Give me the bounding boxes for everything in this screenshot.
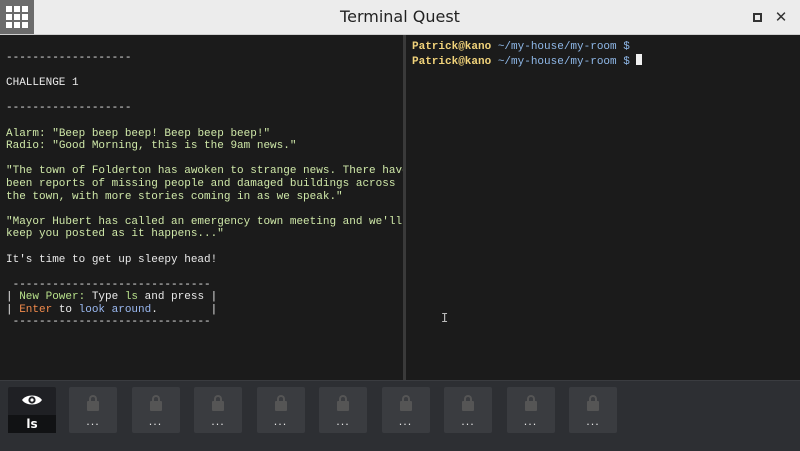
power-box-border: ------------------------------	[12, 278, 211, 291]
look-around-text: look around	[78, 303, 152, 316]
text-cursor	[636, 53, 643, 65]
close-button[interactable]: ✕	[773, 8, 789, 26]
maximize-button[interactable]	[749, 9, 765, 25]
new-power-label: New Power:	[19, 291, 86, 304]
news-paragraph-1: been reports of missing people and damag…	[6, 177, 396, 190]
power-text: Type	[85, 291, 125, 304]
challenge-title: CHALLENGE 1	[6, 77, 79, 90]
locked-tool-label: ...	[336, 415, 350, 428]
lock-icon	[586, 395, 600, 411]
lock-icon	[86, 395, 100, 411]
news-paragraph-2: "Mayor Hubert has called an emergency to…	[6, 215, 403, 228]
close-icon: ✕	[774, 8, 788, 26]
story-text: ------------------- CHALLENGE 1 --------…	[0, 35, 403, 329]
locked-tool-slot[interactable]: ...	[506, 387, 555, 433]
window-title: Terminal Quest	[340, 7, 460, 26]
title-bar: Terminal Quest ✕	[0, 0, 800, 35]
powers-toolbar: ls ...........................	[0, 380, 800, 451]
alarm-speaker: Alarm	[6, 127, 40, 140]
terminal-pane[interactable]: Patrick@kano ~/my-house/my-room $ Patric…	[406, 35, 800, 380]
power-text: .	[151, 303, 158, 316]
radio-line: : "Good Morning, this is the 9am news."	[39, 140, 297, 153]
locked-tool-slot[interactable]: ...	[319, 387, 367, 433]
lock-icon	[399, 395, 413, 411]
alarm-line: : "Beep beep beep! Beep beep beep!"	[39, 127, 271, 140]
prompt-user: Patrick@kano	[412, 41, 492, 53]
locked-tool-label: ...	[586, 415, 600, 428]
power-text: and press	[138, 291, 211, 304]
locked-tool-label: ...	[398, 415, 413, 428]
radio-speaker: Radio	[6, 140, 40, 153]
lock-icon	[274, 395, 288, 411]
prompt-user: Patrick@kano	[412, 55, 492, 68]
lock-icon	[211, 395, 225, 411]
locked-tool-slot[interactable]: ...	[69, 387, 117, 433]
prompt-symbol: $	[616, 41, 630, 53]
locked-tool-slot[interactable]: ...	[131, 387, 180, 433]
mouse-ibeam-icon: I	[441, 311, 449, 325]
story-pane: ------------------- CHALLENGE 1 --------…	[0, 35, 403, 380]
locked-tool-slot[interactable]: ...	[256, 387, 305, 433]
power-box-border: ------------------------------	[12, 316, 211, 329]
news-paragraph-1: the town, with more stories coming in as…	[6, 190, 343, 203]
tool-label: ls	[8, 415, 56, 433]
locked-tool-label: ...	[148, 415, 163, 428]
locked-tool-label: ...	[273, 415, 288, 428]
locked-tool-slot[interactable]: ...	[194, 387, 242, 433]
separator: -------------------	[6, 52, 132, 64]
power-command: ls	[124, 291, 139, 304]
locked-tool-label: ...	[523, 415, 538, 428]
locked-tool-label: ...	[461, 415, 475, 428]
lock-icon	[336, 395, 350, 411]
lock-icon	[461, 395, 475, 411]
eye-icon	[22, 395, 42, 405]
news-paragraph-2: keep you posted as it happens..."	[6, 228, 224, 241]
lock-icon	[149, 395, 163, 411]
maximize-icon	[752, 12, 762, 22]
tool-ls[interactable]: ls	[8, 387, 56, 433]
enter-key-label: Enter	[19, 303, 53, 316]
news-paragraph-1: "The town of Folderton has awoken to str…	[6, 165, 403, 178]
prompt-symbol: $	[616, 55, 637, 68]
locked-tool-label: ...	[211, 415, 225, 428]
terminal-output[interactable]: Patrick@kano ~/my-house/my-room $ Patric…	[406, 35, 800, 68]
prompt-path: ~/my-house/my-room	[491, 41, 617, 53]
locked-tool-slot[interactable]: ...	[381, 387, 430, 433]
locked-tool-slot[interactable]: ...	[444, 387, 492, 433]
locked-tool-slot[interactable]: ...	[569, 387, 617, 433]
wake-line: It's time to get up sleepy head!	[6, 253, 218, 266]
separator: -------------------	[6, 102, 132, 115]
locked-tool-label: ...	[86, 415, 100, 428]
lock-icon	[524, 395, 538, 411]
power-text: to	[52, 303, 79, 316]
prompt-path: ~/my-house/my-room	[491, 55, 617, 68]
